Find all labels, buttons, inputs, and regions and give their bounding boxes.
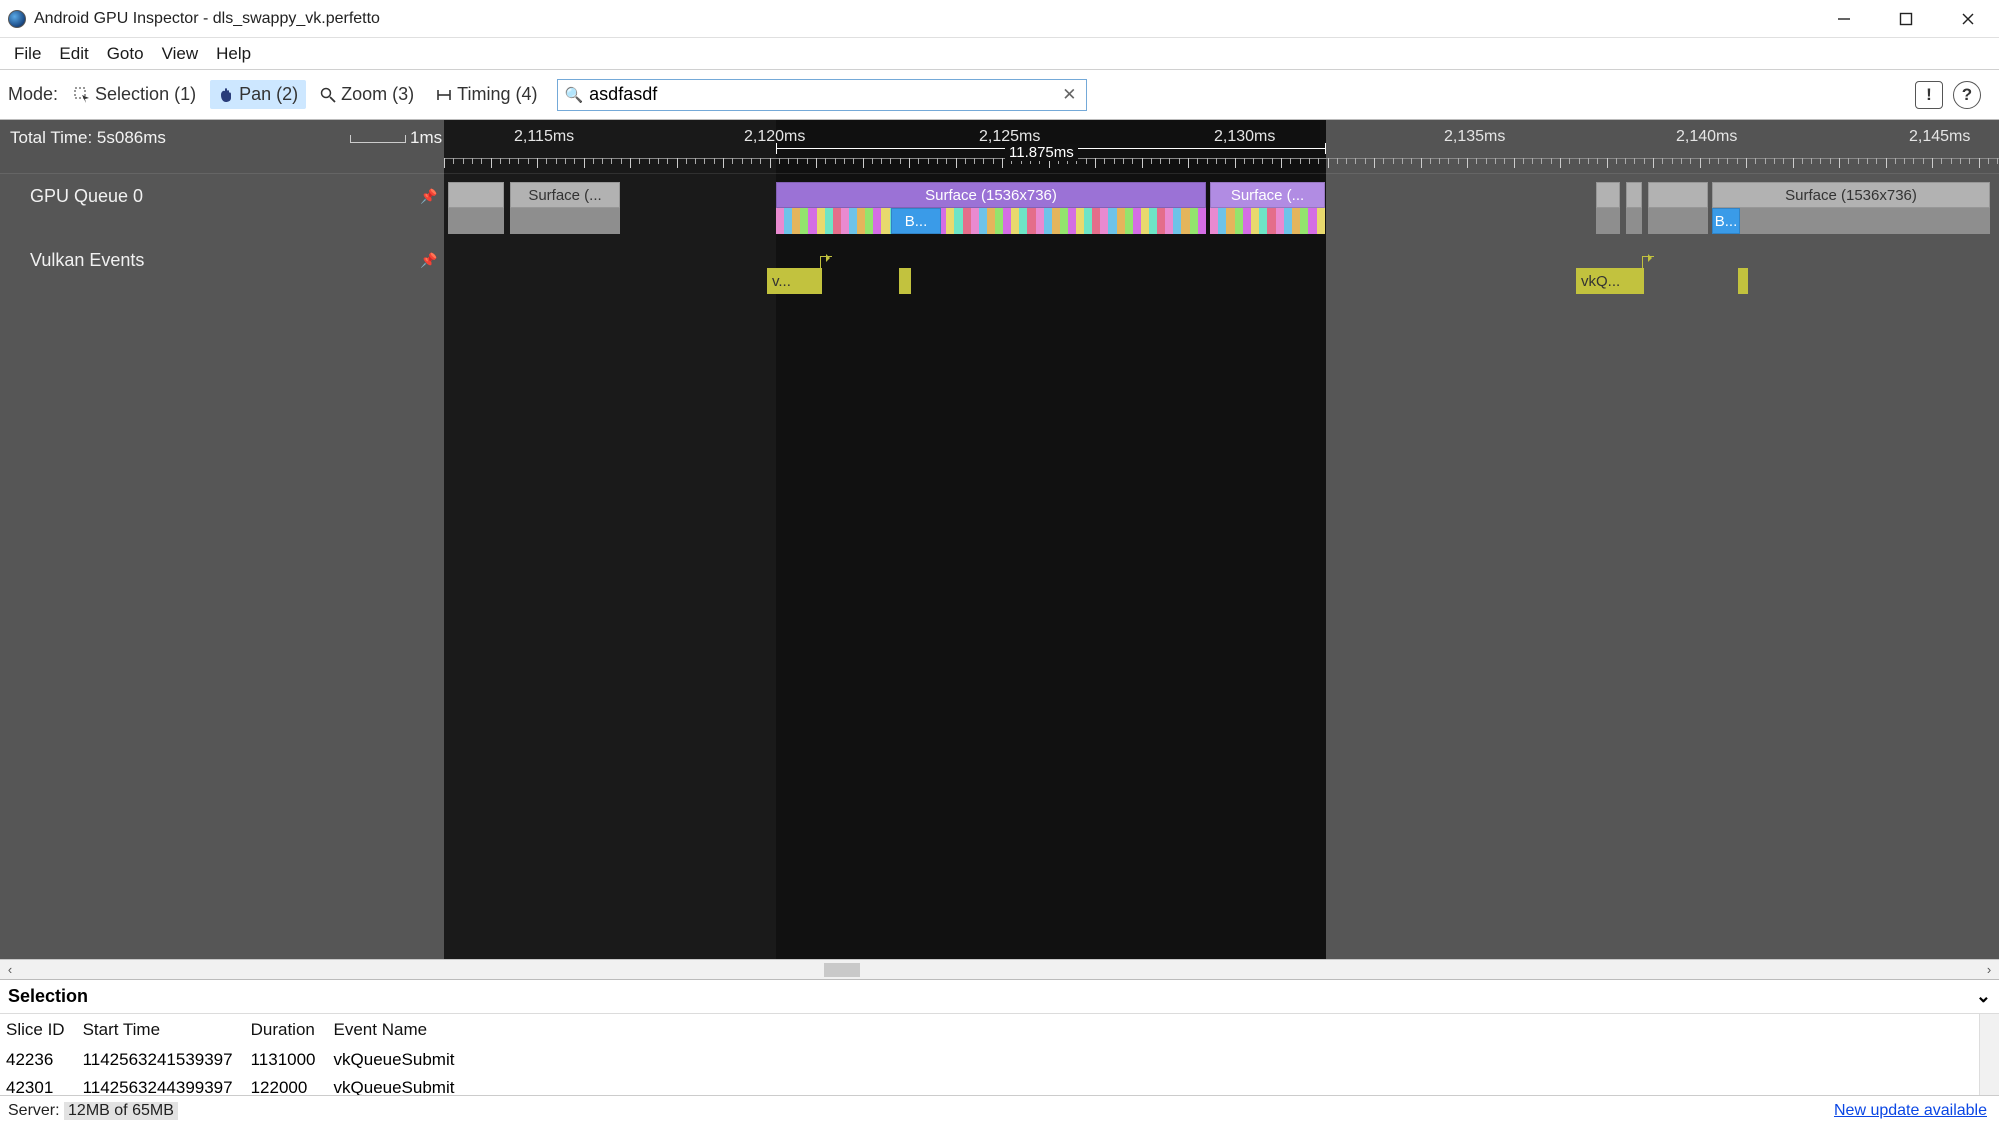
titlebar: Android GPU Inspector - dls_swappy_vk.pe… xyxy=(0,0,1999,38)
scale-label: 1ms xyxy=(410,128,442,148)
server-memory: 12MB of 65MB xyxy=(64,1102,178,1120)
mode-selection-label: Selection (1) xyxy=(95,84,196,105)
tick-label: 2,130ms xyxy=(1214,128,1275,146)
tick-label: 2,115ms xyxy=(514,128,574,146)
gpu-slice-child-row[interactable] xyxy=(1712,208,1990,234)
track-gpu-queue[interactable]: GPU Queue 0 📌 Surface (...Surface (1536x… xyxy=(0,178,1999,238)
col-start-time[interactable]: Start Time xyxy=(77,1014,245,1046)
pin-icon[interactable]: 📌 xyxy=(420,252,437,269)
gpu-slice[interactable]: Surface (... xyxy=(1210,182,1325,208)
mode-label: Mode: xyxy=(8,84,58,105)
tick-label: 2,145ms xyxy=(1909,128,1970,146)
update-link[interactable]: New update available xyxy=(1834,1102,1991,1120)
pin-icon[interactable]: 📌 xyxy=(420,188,437,205)
gpu-sub-slice[interactable]: B... xyxy=(891,208,941,234)
track-gpu-label: GPU Queue 0 xyxy=(30,186,143,207)
app-icon xyxy=(8,10,26,28)
timeline[interactable]: Total Time: 5s086ms 1ms 2,115ms 2,120ms 2,… xyxy=(0,120,1999,959)
mode-zoom-label: Zoom (3) xyxy=(341,84,414,105)
selection-icon xyxy=(74,87,90,103)
selection-header[interactable]: Selection ⌄ xyxy=(0,980,1999,1013)
gpu-slice[interactable]: Surface (1536x736) xyxy=(776,182,1206,208)
selection-title: Selection xyxy=(8,986,88,1007)
menu-goto[interactable]: Goto xyxy=(99,41,152,67)
table-row[interactable]: 423011142563244399397122000vkQueueSubmit xyxy=(0,1074,466,1095)
gpu-sub-slice[interactable]: B... xyxy=(1712,208,1740,234)
search-icon: 🔍 xyxy=(564,86,583,104)
menu-file[interactable]: File xyxy=(6,41,49,67)
statusbar: Server: 12MB of 65MB New update availabl… xyxy=(0,1095,1999,1125)
help-button[interactable]: ? xyxy=(1953,81,1981,109)
gpu-slice[interactable] xyxy=(1596,182,1620,208)
track-vk-label: Vulkan Events xyxy=(30,250,144,271)
gpu-slice-child-row[interactable] xyxy=(510,208,620,234)
vulkan-slice[interactable]: vkQ... xyxy=(1576,268,1644,294)
selection-panel: Selection ⌄ Slice ID Start Time Duration… xyxy=(0,979,1999,1095)
timeline-ruler: Total Time: 5s086ms 1ms 2,115ms 2,120ms 2,… xyxy=(0,120,1999,174)
mode-timing-label: Timing (4) xyxy=(457,84,537,105)
vulkan-slice[interactable] xyxy=(1738,268,1748,294)
gpu-slice[interactable] xyxy=(448,182,504,208)
range-caption: 11.875ms xyxy=(1005,144,1078,161)
selection-table[interactable]: Slice ID Start Time Duration Event Name … xyxy=(0,1014,466,1095)
table-row[interactable]: 4223611425632415393971131000vkQueueSubmi… xyxy=(0,1046,466,1074)
gpu-slice-child-row[interactable] xyxy=(1596,208,1620,234)
hand-icon xyxy=(218,87,234,103)
mode-selection[interactable]: Selection (1) xyxy=(66,80,204,109)
server-label: Server: xyxy=(8,1102,60,1120)
mode-pan-label: Pan (2) xyxy=(239,84,298,105)
menu-help[interactable]: Help xyxy=(208,41,259,67)
menu-view[interactable]: View xyxy=(154,41,207,67)
scroll-right-icon[interactable]: › xyxy=(1979,962,1999,977)
timing-icon xyxy=(436,87,452,103)
selection-vscroll[interactable] xyxy=(1979,1014,1999,1095)
search-clear-icon[interactable]: ✕ xyxy=(1052,85,1086,105)
flow-arrow-icon xyxy=(1642,256,1654,268)
gpu-slice[interactable]: Surface (... xyxy=(510,182,620,208)
toolbar: Mode: Selection (1) Pan (2) Zoom (3) Tim… xyxy=(0,70,1999,120)
info-button[interactable]: ! xyxy=(1915,81,1943,109)
tick-label: 2,135ms xyxy=(1444,128,1505,146)
ruler-ticks xyxy=(444,158,1999,174)
mode-pan[interactable]: Pan (2) xyxy=(210,80,306,109)
col-slice-id[interactable]: Slice ID xyxy=(0,1014,77,1046)
close-button[interactable] xyxy=(1937,0,1999,38)
search-input[interactable] xyxy=(589,81,1052,109)
maximize-button[interactable] xyxy=(1875,0,1937,38)
menubar: File Edit Goto View Help xyxy=(0,38,1999,70)
track-vulkan-events[interactable]: Vulkan Events 📌 v... vkQ... xyxy=(0,242,1999,302)
menu-edit[interactable]: Edit xyxy=(51,41,96,67)
scroll-thumb[interactable] xyxy=(824,963,860,977)
gpu-slice-child-row[interactable] xyxy=(776,208,1206,234)
selection-body: Slice ID Start Time Duration Event Name … xyxy=(0,1013,1999,1095)
gpu-slice-child-row[interactable] xyxy=(1210,208,1325,234)
search-field[interactable]: 🔍 ✕ xyxy=(557,79,1087,111)
timeline-hscroll[interactable]: ‹ › xyxy=(0,959,1999,979)
chevron-down-icon[interactable]: ⌄ xyxy=(1976,986,1991,1007)
window-title: Android GPU Inspector - dls_swappy_vk.pe… xyxy=(34,10,380,28)
window-controls xyxy=(1813,0,1999,38)
gpu-slice[interactable] xyxy=(1648,182,1708,208)
scroll-left-icon[interactable]: ‹ xyxy=(0,962,20,977)
gpu-slice[interactable]: Surface (1536x736) xyxy=(1712,182,1990,208)
total-time-label: Total Time: 5s086ms xyxy=(10,128,166,148)
tick-label: 2,140ms xyxy=(1676,128,1737,146)
vulkan-slice[interactable]: v... xyxy=(767,268,822,294)
gpu-slice[interactable] xyxy=(1626,182,1642,208)
flow-arrow-icon xyxy=(820,256,832,268)
minimize-button[interactable] xyxy=(1813,0,1875,38)
col-event-name[interactable]: Event Name xyxy=(328,1014,467,1046)
col-duration[interactable]: Duration xyxy=(245,1014,328,1046)
vulkan-slice[interactable] xyxy=(899,268,911,294)
gpu-slice-child-row[interactable] xyxy=(448,208,504,234)
scale-bracket-icon xyxy=(350,135,406,143)
mode-timing[interactable]: Timing (4) xyxy=(428,80,545,109)
mode-zoom[interactable]: Zoom (3) xyxy=(312,80,422,109)
tick-labels: 2,115ms2,120ms2,125ms2,130ms2,135ms2,140… xyxy=(444,120,1999,150)
zoom-icon xyxy=(320,87,336,103)
gpu-slice-child-row[interactable] xyxy=(1626,208,1642,234)
tick-label: 2,120ms xyxy=(744,128,805,146)
gpu-slice-child-row[interactable] xyxy=(1648,208,1708,234)
